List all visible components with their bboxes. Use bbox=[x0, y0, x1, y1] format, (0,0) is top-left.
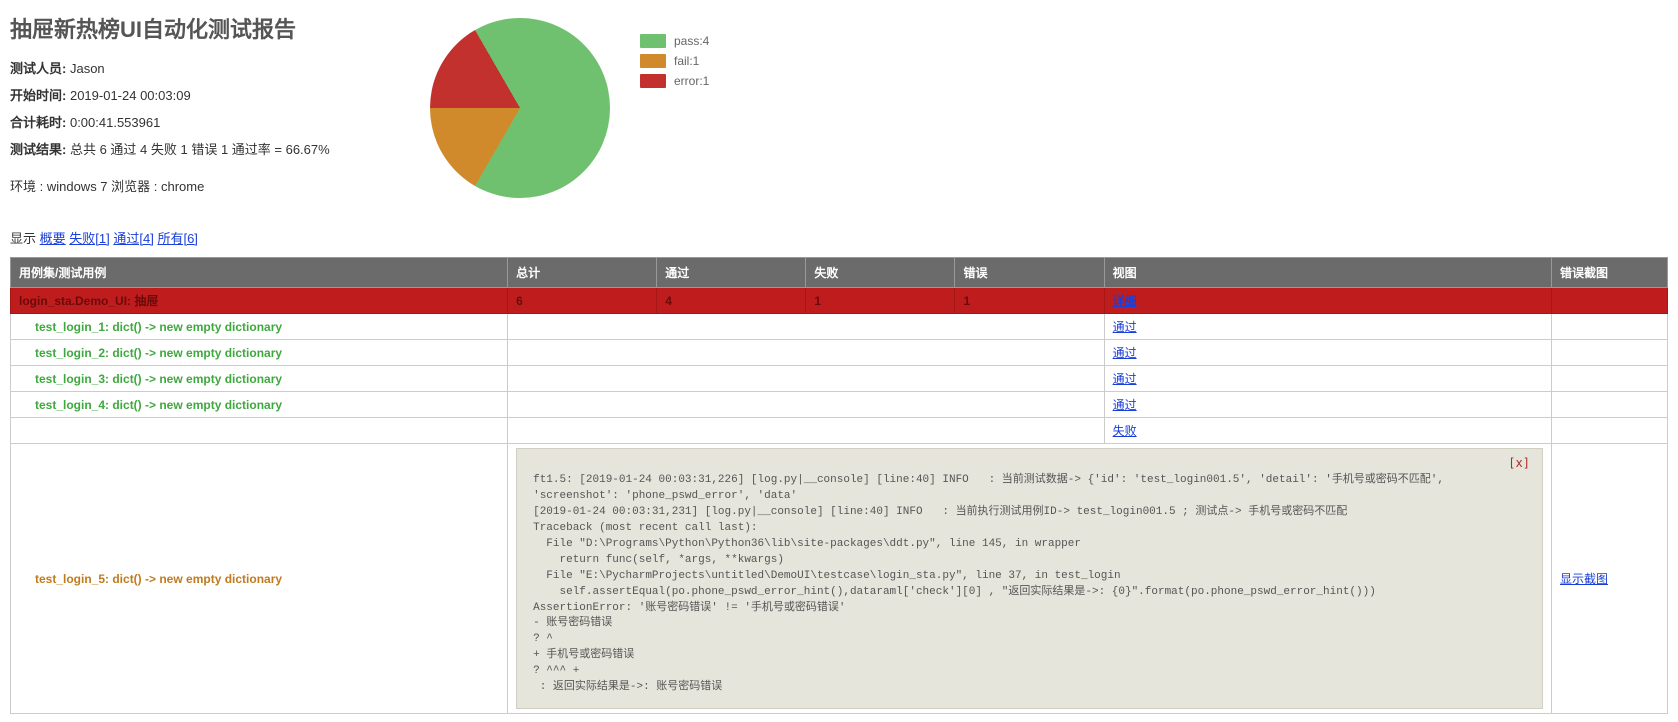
close-icon[interactable]: [x] bbox=[1508, 455, 1530, 472]
case-name: test_login_3: dict() -> new empty dictio… bbox=[11, 366, 508, 392]
env-line: 环境 : windows 7 浏览器 : chrome bbox=[10, 176, 390, 195]
swatch-pass-icon bbox=[640, 34, 666, 48]
case-shot bbox=[1551, 392, 1667, 418]
fail-trace-cell: [x]ft1.5: [2019-01-24 00:03:31,226] [log… bbox=[508, 444, 1552, 714]
suite-fail: 1 bbox=[806, 288, 955, 314]
suite-pass: 4 bbox=[657, 288, 806, 314]
fail-head-empty2 bbox=[508, 418, 1105, 444]
tester-line: 测试人员: Jason bbox=[10, 58, 390, 77]
fail-head-shot bbox=[1551, 418, 1667, 444]
suite-total: 6 bbox=[508, 288, 657, 314]
result-link[interactable]: 通过 bbox=[1113, 346, 1137, 360]
filter-summary-link[interactable]: 概要 bbox=[40, 231, 66, 246]
show-screenshot-link[interactable]: 显示截图 bbox=[1560, 572, 1608, 586]
traceback: [x]ft1.5: [2019-01-24 00:03:31,226] [log… bbox=[516, 448, 1543, 709]
legend-error-label: error:1 bbox=[674, 74, 709, 88]
result-link[interactable]: 通过 bbox=[1113, 398, 1137, 412]
filter-pass-link[interactable]: 通过[4] bbox=[113, 231, 153, 246]
legend-error: error:1 bbox=[640, 74, 709, 88]
result-label: 测试结果: bbox=[10, 142, 66, 157]
duration-line: 合计耗时: 0:00:41.553961 bbox=[10, 112, 390, 131]
fail-result: 失败 bbox=[1104, 418, 1551, 444]
th-shot: 错误截图 bbox=[1551, 258, 1667, 288]
table-row: test_login_2: dict() -> new empty dictio… bbox=[11, 340, 1668, 366]
legend-pass-label: pass:4 bbox=[674, 34, 709, 48]
suite-error: 1 bbox=[955, 288, 1104, 314]
swatch-fail-icon bbox=[640, 54, 666, 68]
fail-shot-cell: 显示截图 bbox=[1551, 444, 1667, 714]
report-info: 抽屉新热榜UI自动化测试报告 测试人员: Jason 开始时间: 2019-01… bbox=[10, 8, 390, 195]
result-line: 测试结果: 总共 6 通过 4 失败 1 错误 1 通过率 = 66.67% bbox=[10, 139, 390, 158]
results-table: 用例集/测试用例 总计 通过 失败 错误 视图 错误截图 login_sta.D… bbox=[10, 257, 1668, 714]
case-name: test_login_1: dict() -> new empty dictio… bbox=[11, 314, 508, 340]
case-name: test_login_4: dict() -> new empty dictio… bbox=[11, 392, 508, 418]
duration-label: 合计耗时: bbox=[10, 115, 66, 130]
th-view: 视图 bbox=[1104, 258, 1551, 288]
fail-case-name: test_login_5: dict() -> new empty dictio… bbox=[11, 444, 508, 714]
table-row: test_login_3: dict() -> new empty dictio… bbox=[11, 366, 1668, 392]
pie-chart-block: pass:4 fail:1 error:1 bbox=[430, 8, 709, 198]
suite-row: login_sta.Demo_UI: 抽屉 6 4 1 1 详细 bbox=[11, 288, 1668, 314]
legend-fail: fail:1 bbox=[640, 54, 709, 68]
table-row: test_login_4: dict() -> new empty dictio… bbox=[11, 392, 1668, 418]
fail-detail-row: test_login_5: dict() -> new empty dictio… bbox=[11, 444, 1668, 714]
legend: pass:4 fail:1 error:1 bbox=[640, 18, 709, 94]
legend-pass: pass:4 bbox=[640, 34, 709, 48]
suite-name: login_sta.Demo_UI: 抽屉 bbox=[11, 288, 508, 314]
start-label: 开始时间: bbox=[10, 88, 66, 103]
duration-value: 0:00:41.553961 bbox=[70, 115, 160, 130]
filter-fail-link[interactable]: 失败[1] bbox=[69, 231, 109, 246]
case-empty bbox=[508, 314, 1105, 340]
legend-fail-label: fail:1 bbox=[674, 54, 699, 68]
swatch-error-icon bbox=[640, 74, 666, 88]
filter-row: 显示 概要 失败[1] 通过[4] 所有[6] bbox=[10, 228, 1668, 247]
result-value: 总共 6 通过 4 失败 1 错误 1 通过率 = 66.67% bbox=[70, 142, 330, 157]
suite-view: 详细 bbox=[1104, 288, 1551, 314]
result-link[interactable]: 通过 bbox=[1113, 372, 1137, 386]
filter-all-link[interactable]: 所有[6] bbox=[157, 231, 197, 246]
case-result: 通过 bbox=[1104, 314, 1551, 340]
case-empty bbox=[508, 392, 1105, 418]
suite-view-link[interactable]: 详细 bbox=[1113, 294, 1137, 308]
case-name: test_login_2: dict() -> new empty dictio… bbox=[11, 340, 508, 366]
th-fail: 失败 bbox=[806, 258, 955, 288]
table-row: test_login_1: dict() -> new empty dictio… bbox=[11, 314, 1668, 340]
case-shot bbox=[1551, 340, 1667, 366]
th-total: 总计 bbox=[508, 258, 657, 288]
fail-result-row: 失败 bbox=[11, 418, 1668, 444]
tester-value: Jason bbox=[70, 61, 105, 76]
case-result: 通过 bbox=[1104, 340, 1551, 366]
fail-result-link[interactable]: 失败 bbox=[1113, 424, 1137, 438]
filter-prefix: 显示 bbox=[10, 231, 36, 246]
th-error: 错误 bbox=[955, 258, 1104, 288]
fail-head-empty bbox=[11, 418, 508, 444]
case-result: 通过 bbox=[1104, 366, 1551, 392]
case-shot bbox=[1551, 366, 1667, 392]
case-shot bbox=[1551, 314, 1667, 340]
result-link[interactable]: 通过 bbox=[1113, 320, 1137, 334]
case-result: 通过 bbox=[1104, 392, 1551, 418]
pie-chart bbox=[430, 18, 610, 198]
report-title: 抽屉新热榜UI自动化测试报告 bbox=[10, 12, 390, 44]
tester-label: 测试人员: bbox=[10, 61, 66, 76]
th-name: 用例集/测试用例 bbox=[11, 258, 508, 288]
start-line: 开始时间: 2019-01-24 00:03:09 bbox=[10, 85, 390, 104]
table-header-row: 用例集/测试用例 总计 通过 失败 错误 视图 错误截图 bbox=[11, 258, 1668, 288]
suite-shot bbox=[1551, 288, 1667, 314]
case-empty bbox=[508, 340, 1105, 366]
th-pass: 通过 bbox=[657, 258, 806, 288]
case-empty bbox=[508, 366, 1105, 392]
start-value: 2019-01-24 00:03:09 bbox=[70, 88, 191, 103]
